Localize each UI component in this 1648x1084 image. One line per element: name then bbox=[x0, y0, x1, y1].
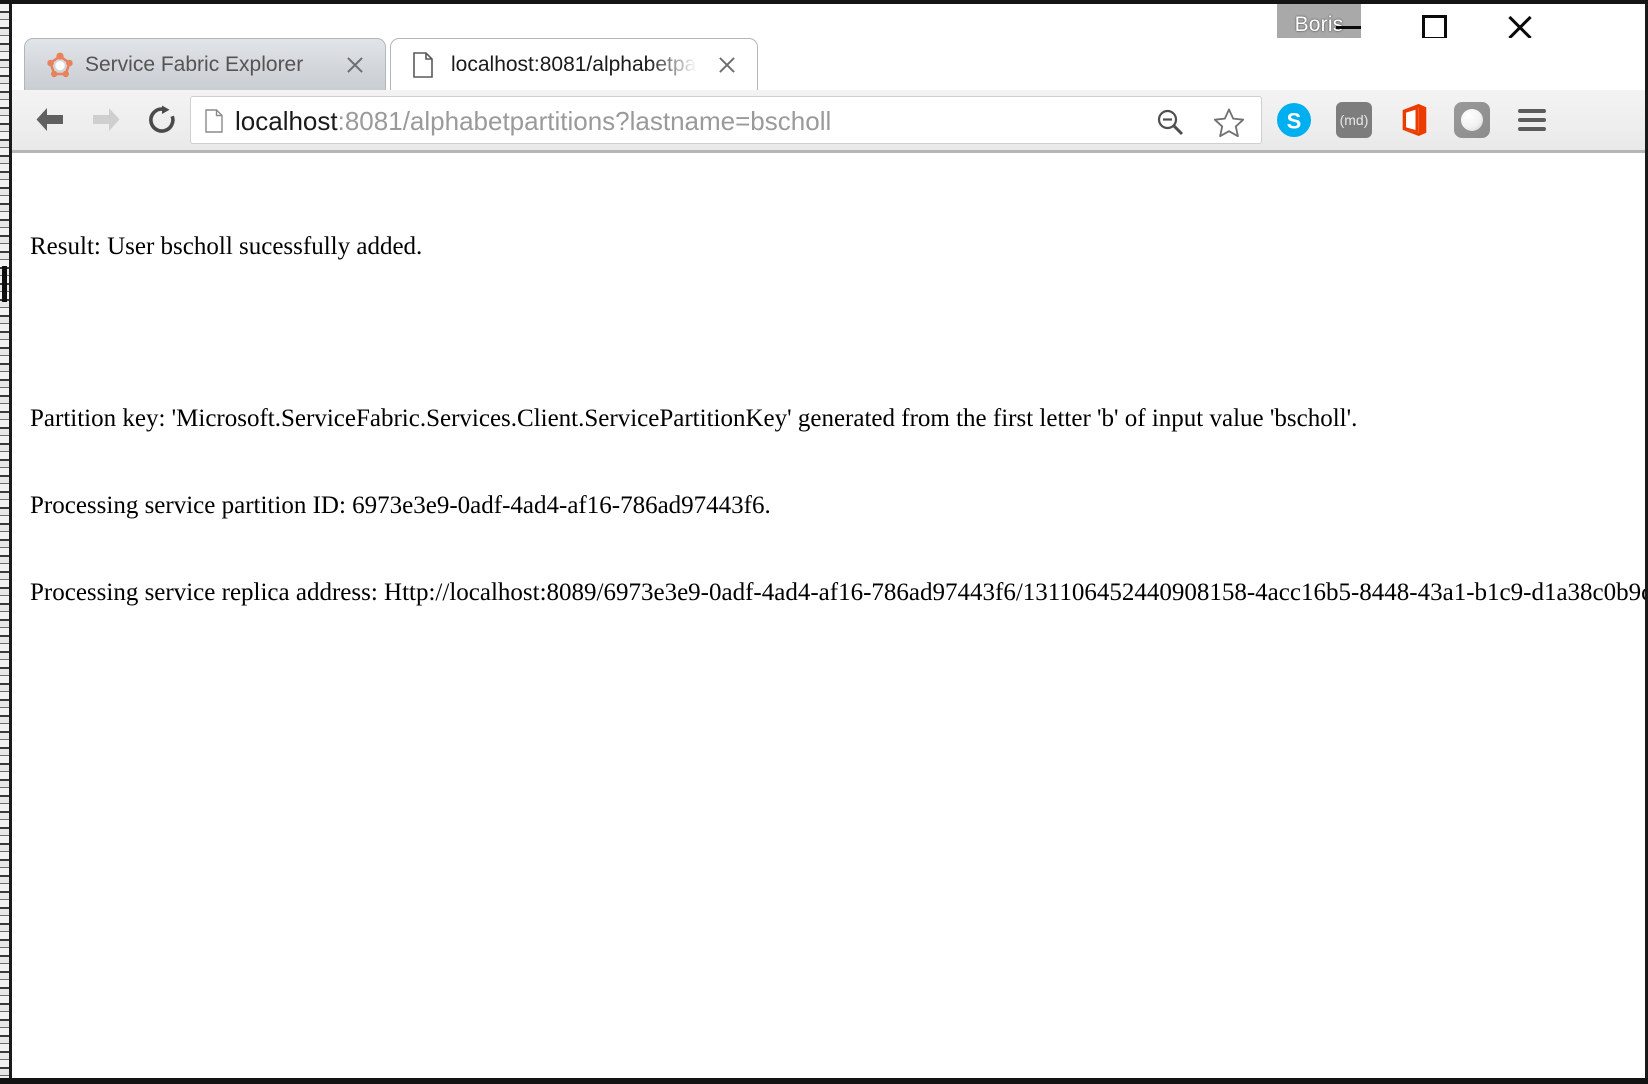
arrow-left-icon bbox=[36, 108, 63, 131]
page-icon bbox=[205, 109, 223, 133]
reload-icon bbox=[149, 105, 175, 133]
onedrive-icon bbox=[1454, 102, 1490, 138]
tab-close-button[interactable] bbox=[343, 53, 367, 77]
chrome-menu-button[interactable] bbox=[1512, 100, 1552, 140]
address-path: :8081/alphabetpartitions?lastname=bschol… bbox=[337, 106, 832, 136]
address-host: localhost bbox=[235, 106, 338, 136]
office-icon bbox=[1402, 103, 1427, 137]
reload-button[interactable] bbox=[134, 90, 190, 150]
replica-address-line: Processing service replica address: Http… bbox=[30, 579, 1645, 606]
address-bar[interactable]: localhost:8081/alphabetpartitions?lastna… bbox=[190, 96, 1262, 144]
md-icon: (md) bbox=[1336, 102, 1372, 138]
zoom-out-icon[interactable] bbox=[1155, 107, 1185, 137]
minimize-icon bbox=[1335, 25, 1361, 29]
page-content: Result: User bscholl sucessfully added. … bbox=[12, 156, 1645, 1078]
onedrive-extension-button[interactable] bbox=[1452, 100, 1492, 140]
tab-service-fabric-explorer[interactable]: Service Fabric Explorer bbox=[24, 38, 386, 90]
forward-button[interactable] bbox=[78, 90, 134, 150]
tab-alphabetpartitions[interactable]: localhost:8081/alphabetpa bbox=[390, 38, 758, 90]
partition-id-line: Processing service partition ID: 6973e3e… bbox=[30, 492, 771, 519]
hamburger-menu-icon bbox=[1518, 109, 1546, 131]
md-extension-button[interactable]: (md) bbox=[1334, 100, 1374, 140]
service-fabric-icon bbox=[47, 52, 73, 78]
window-left-artifact-strip bbox=[0, 4, 9, 1078]
page-icon bbox=[413, 52, 439, 78]
browser-window: Boris Service Fabric Explorer localhost:… bbox=[0, 0, 1648, 1084]
onedrive-glyph bbox=[1461, 109, 1483, 131]
arrow-right-icon bbox=[93, 108, 120, 131]
window-bottom-border bbox=[0, 1078, 1648, 1084]
bookmark-star-icon[interactable] bbox=[1213, 107, 1245, 139]
skype-extension-button[interactable]: S bbox=[1274, 100, 1314, 140]
tab-strip: Service Fabric Explorer localhost:8081/a… bbox=[12, 38, 1645, 90]
browser-toolbar: localhost:8081/alphabetpartitions?lastna… bbox=[12, 90, 1645, 153]
back-button[interactable] bbox=[22, 90, 78, 150]
page-body-text: Result: User bscholl sucessfully added. … bbox=[12, 156, 1645, 665]
tab-title: Service Fabric Explorer bbox=[85, 53, 304, 76]
partition-key-line: Partition key: 'Microsoft.ServiceFabric.… bbox=[30, 405, 1358, 432]
window-left-artifact-block bbox=[2, 266, 7, 302]
tab-title: localhost:8081/alphabetpa bbox=[451, 53, 697, 76]
tab-close-button[interactable] bbox=[715, 53, 739, 77]
skype-icon: S bbox=[1277, 103, 1311, 137]
result-line: Result: User bscholl sucessfully added. bbox=[30, 233, 423, 260]
maximize-icon bbox=[1421, 14, 1447, 40]
office-extension-button[interactable] bbox=[1394, 100, 1434, 140]
svg-text:S: S bbox=[1287, 109, 1302, 134]
address-bar-text: localhost:8081/alphabetpartitions?lastna… bbox=[235, 97, 831, 145]
